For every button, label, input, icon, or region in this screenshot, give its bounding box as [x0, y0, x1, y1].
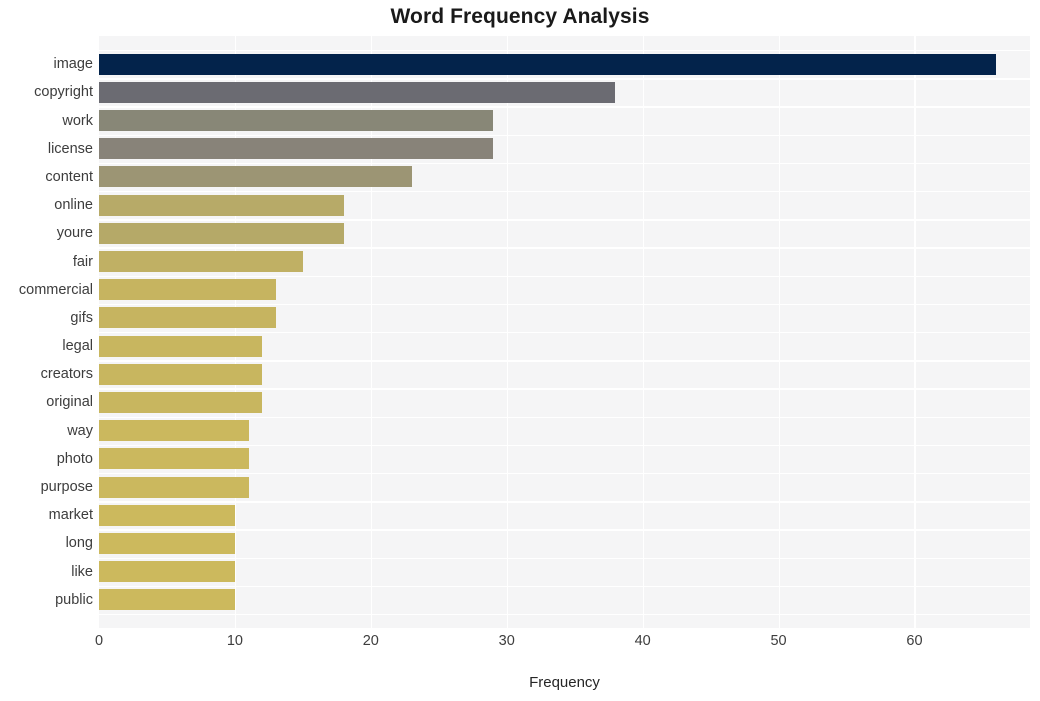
x-tick-label: 40: [634, 633, 651, 649]
y-tick-label: fair: [72, 253, 93, 270]
plot-area: [99, 36, 1030, 628]
y-tick-label: image: [53, 56, 94, 73]
bar[interactable]: [99, 476, 249, 498]
chart-title: Word Frequency Analysis: [390, 5, 650, 28]
word-frequency-bar-chart: Word Frequency Analysis image copyright wo…: [0, 0, 1040, 701]
bar[interactable]: [99, 335, 263, 357]
bars-layer: [99, 36, 1030, 628]
y-tick-label: long: [65, 535, 93, 552]
y-tick-label: purpose: [40, 479, 93, 496]
y-tick-label: online: [54, 197, 93, 214]
bar[interactable]: [99, 504, 235, 526]
bar[interactable]: [99, 53, 997, 75]
x-axis-title: Frequency: [529, 674, 600, 691]
x-tick-label: 50: [770, 633, 787, 649]
bar[interactable]: [99, 532, 235, 554]
y-axis-tick-labels: image copyright work license content online yo…: [0, 36, 93, 628]
bar[interactable]: [99, 307, 276, 329]
y-tick-label: photo: [56, 450, 93, 467]
y-tick-label: youre: [56, 225, 93, 242]
bar[interactable]: [99, 251, 303, 273]
x-tick-label: 0: [94, 633, 104, 649]
bar[interactable]: [99, 138, 494, 160]
y-tick-label: like: [71, 563, 93, 580]
bar[interactable]: [99, 166, 412, 188]
y-tick-label: creators: [40, 366, 93, 383]
bar[interactable]: [99, 110, 494, 132]
bar[interactable]: [99, 420, 249, 442]
bar[interactable]: [99, 391, 263, 413]
y-tick-label: original: [46, 394, 93, 411]
x-tick-label: 10: [226, 633, 243, 649]
y-tick-label: work: [62, 112, 93, 129]
y-tick-label: gifs: [70, 309, 93, 326]
bar[interactable]: [99, 363, 263, 385]
y-tick-label: commercial: [18, 281, 93, 298]
bar[interactable]: [99, 561, 235, 583]
bar[interactable]: [99, 194, 344, 216]
x-tick-label: 20: [362, 633, 379, 649]
y-tick-label: way: [67, 422, 93, 439]
x-tick-label: 60: [906, 633, 923, 649]
y-tick-label: legal: [62, 338, 93, 355]
bar[interactable]: [99, 448, 249, 470]
x-tick-label: 30: [498, 633, 515, 649]
y-tick-label: license: [47, 140, 93, 157]
y-tick-label: content: [45, 168, 93, 185]
y-tick-label: copyright: [34, 84, 93, 101]
x-axis-tick-labels: 0 10 20 30 40 50 60: [0, 628, 1040, 656]
bar[interactable]: [99, 279, 276, 301]
bar[interactable]: [99, 81, 616, 103]
bar[interactable]: [99, 222, 344, 244]
y-tick-label: market: [48, 507, 93, 524]
bar[interactable]: [99, 589, 235, 611]
y-tick-label: public: [55, 591, 93, 608]
